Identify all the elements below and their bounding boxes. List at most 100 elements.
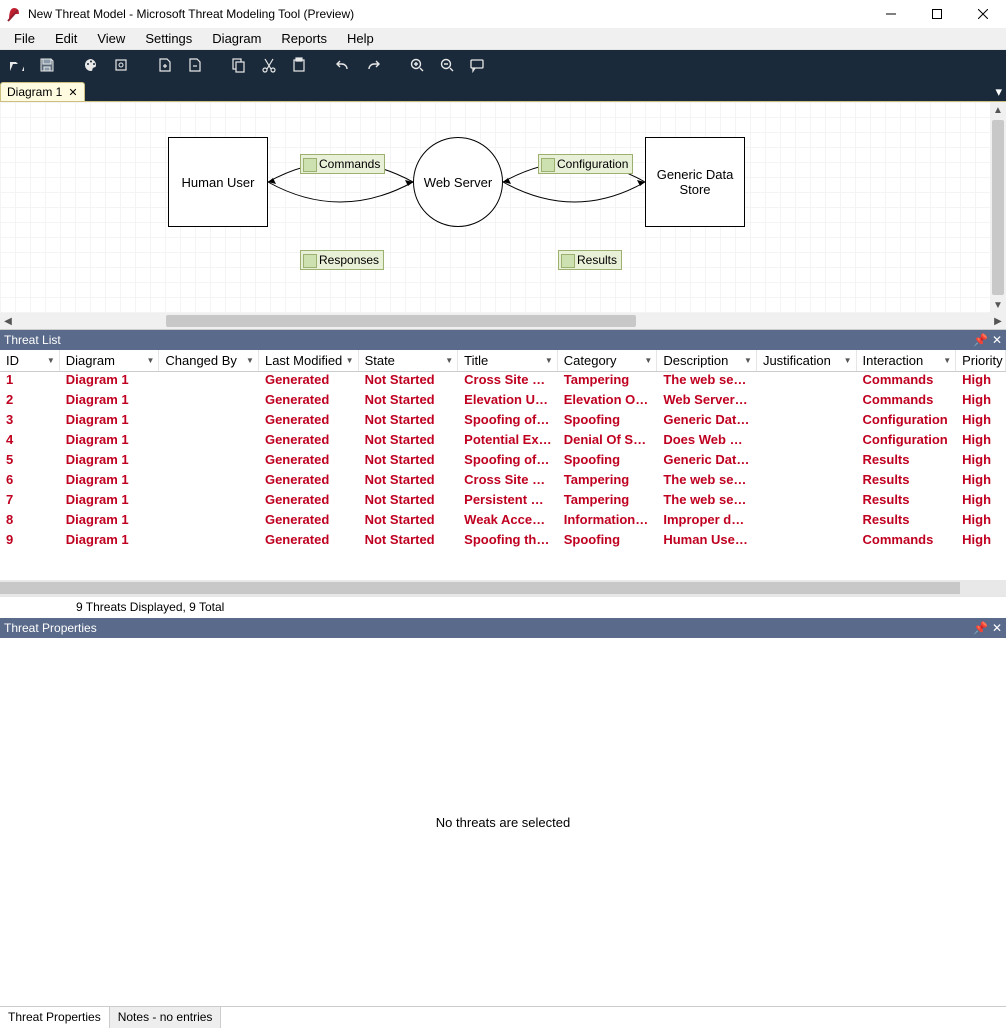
menu-file[interactable]: File <box>4 29 45 48</box>
target-icon[interactable] <box>108 52 134 78</box>
col-last-modified[interactable]: Last Modified▼ <box>259 350 359 371</box>
col-id[interactable]: ID▼ <box>0 350 60 371</box>
redo-icon[interactable] <box>360 52 386 78</box>
new-page-alt-icon[interactable] <box>182 52 208 78</box>
menu-reports[interactable]: Reports <box>271 29 337 48</box>
cell: Not Started <box>359 512 459 532</box>
cell: Generated <box>259 372 359 392</box>
scroll-up-icon[interactable]: ▲ <box>993 102 1003 118</box>
cell: Spoofing of S… <box>458 452 558 472</box>
tab-threat-properties[interactable]: Threat Properties <box>0 1007 110 1028</box>
cell: Not Started <box>359 432 459 452</box>
cell: Web Server… <box>657 392 757 412</box>
menu-view[interactable]: View <box>87 29 135 48</box>
scroll-left-icon[interactable]: ◀ <box>0 316 16 327</box>
cell: 6 <box>0 472 60 492</box>
cell: High <box>956 512 1006 532</box>
scroll-down-icon[interactable]: ▼ <box>993 297 1003 313</box>
threat-list-hscroll[interactable] <box>0 580 1006 596</box>
scroll-thumb[interactable] <box>166 315 636 327</box>
cell: High <box>956 412 1006 432</box>
close-button[interactable] <box>960 0 1006 28</box>
col-description[interactable]: Description▼ <box>657 350 757 371</box>
pin-icon[interactable]: 📌 <box>973 333 988 347</box>
node-human-user[interactable]: Human User <box>168 137 268 227</box>
flow-results[interactable]: Results <box>558 250 622 270</box>
tab-notes[interactable]: Notes - no entries <box>110 1007 222 1028</box>
document-tab[interactable]: Diagram 1 ✕ <box>0 82 85 101</box>
node-data-store[interactable]: Generic Data Store <box>645 137 745 227</box>
undo-icon[interactable] <box>330 52 356 78</box>
table-row[interactable]: 2Diagram 1GeneratedNot StartedElevation … <box>0 392 1006 412</box>
col-category[interactable]: Category▼ <box>558 350 658 371</box>
cell: Does Web Se… <box>657 432 757 452</box>
table-row[interactable]: 8Diagram 1GeneratedNot StartedWeak Acces… <box>0 512 1006 532</box>
cell: High <box>956 392 1006 412</box>
canvas-hscroll[interactable]: ◀ ▶ <box>0 313 1006 329</box>
cell <box>757 372 857 392</box>
cell: Potential Exc… <box>458 432 558 452</box>
menu-help[interactable]: Help <box>337 29 384 48</box>
cell <box>159 512 259 532</box>
cut-icon[interactable] <box>256 52 282 78</box>
zoom-in-icon[interactable] <box>404 52 430 78</box>
cell: Human User… <box>657 532 757 552</box>
table-row[interactable]: 9Diagram 1GeneratedNot StartedSpoofing t… <box>0 532 1006 552</box>
document-tab-label: Diagram 1 <box>7 85 62 99</box>
col-justification[interactable]: Justification▼ <box>757 350 857 371</box>
scroll-thumb[interactable] <box>992 120 1004 295</box>
paste-icon[interactable] <box>286 52 312 78</box>
pin-icon[interactable]: 📌 <box>973 621 988 635</box>
cell: Diagram 1 <box>60 372 160 392</box>
menu-diagram[interactable]: Diagram <box>202 29 271 48</box>
cell: Results <box>857 512 957 532</box>
cell: The web serv… <box>657 492 757 512</box>
tab-overflow-icon[interactable]: ▾ <box>995 84 1002 100</box>
cell <box>159 452 259 472</box>
scroll-right-icon[interactable]: ▶ <box>990 316 1006 327</box>
cell: Configuration <box>857 412 957 432</box>
col-interaction[interactable]: Interaction▼ <box>857 350 957 371</box>
table-row[interactable]: 6Diagram 1GeneratedNot StartedCross Site… <box>0 472 1006 492</box>
minimize-button[interactable] <box>868 0 914 28</box>
col-title[interactable]: Title▼ <box>458 350 558 371</box>
table-row[interactable]: 1Diagram 1GeneratedNot StartedCross Site… <box>0 372 1006 392</box>
empty-message: No threats are selected <box>0 638 1006 1006</box>
cell: Diagram 1 <box>60 392 160 412</box>
maximize-button[interactable] <box>914 0 960 28</box>
new-page-icon[interactable] <box>152 52 178 78</box>
save-icon[interactable] <box>34 52 60 78</box>
flow-responses[interactable]: Responses <box>300 250 384 270</box>
cell <box>757 512 857 532</box>
table-row[interactable]: 4Diagram 1GeneratedNot StartedPotential … <box>0 432 1006 452</box>
cell: Results <box>857 492 957 512</box>
col-diagram[interactable]: Diagram▼ <box>60 350 160 371</box>
open-icon[interactable] <box>4 52 30 78</box>
menu-settings[interactable]: Settings <box>135 29 202 48</box>
canvas-vscroll[interactable]: ▲ ▼ <box>990 102 1006 313</box>
palette-icon[interactable] <box>78 52 104 78</box>
table-row[interactable]: 5Diagram 1GeneratedNot StartedSpoofing o… <box>0 452 1006 472</box>
copy-icon[interactable] <box>226 52 252 78</box>
menu-bar: File Edit View Settings Diagram Reports … <box>0 28 1006 50</box>
close-tab-icon[interactable]: ✕ <box>68 86 77 99</box>
menu-edit[interactable]: Edit <box>45 29 87 48</box>
table-row[interactable]: 7Diagram 1GeneratedNot StartedPersistent… <box>0 492 1006 512</box>
col-priority[interactable]: Priority <box>956 350 1006 371</box>
flow-configuration[interactable]: Configuration <box>538 154 633 174</box>
node-label: Web Server <box>424 175 492 190</box>
col-changed-by[interactable]: Changed By▼ <box>159 350 259 371</box>
zoom-out-icon[interactable] <box>434 52 460 78</box>
close-panel-icon[interactable]: ✕ <box>992 621 1002 635</box>
threat-properties-panel: No threats are selected Threat Propertie… <box>0 638 1006 1028</box>
scroll-track[interactable] <box>16 313 990 329</box>
node-web-server[interactable]: Web Server <box>413 137 503 227</box>
scroll-thumb[interactable] <box>0 582 960 594</box>
col-state[interactable]: State▼ <box>359 350 459 371</box>
cell: Generated <box>259 472 359 492</box>
feedback-icon[interactable] <box>464 52 490 78</box>
diagram-canvas[interactable]: Human User Web Server Generic Data Store… <box>0 102 1006 313</box>
table-row[interactable]: 3Diagram 1GeneratedNot StartedSpoofing o… <box>0 412 1006 432</box>
flow-commands[interactable]: Commands <box>300 154 385 174</box>
close-panel-icon[interactable]: ✕ <box>992 333 1002 347</box>
